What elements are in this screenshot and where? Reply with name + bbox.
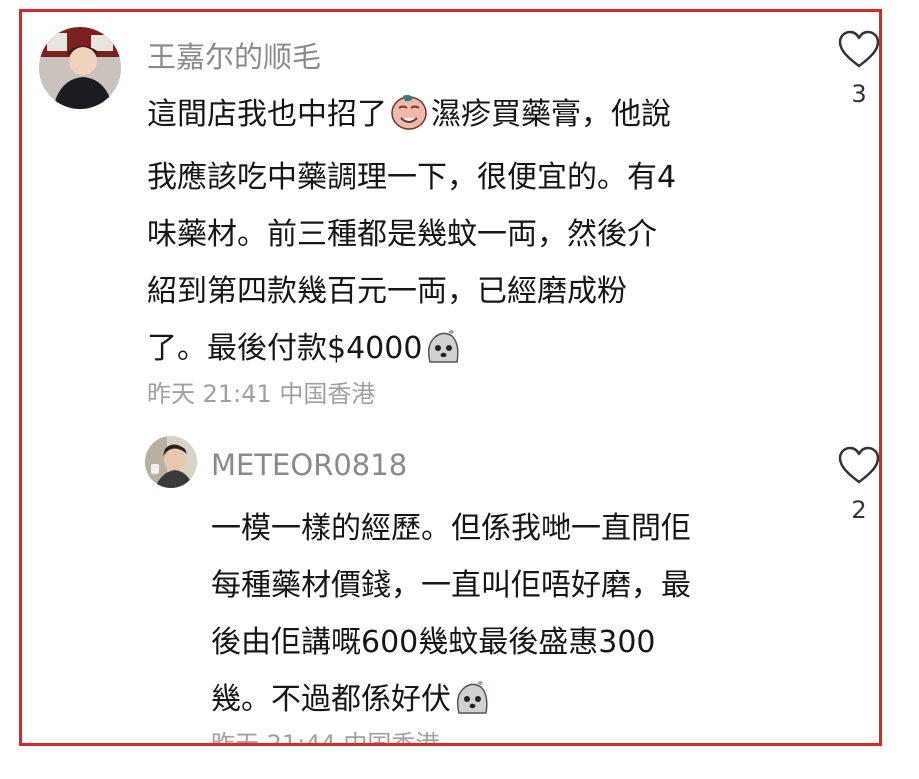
comment-text-segment: 了。最後付款$4000	[147, 331, 423, 366]
sweating-face-emoji	[424, 326, 462, 383]
comment-text-segment: 幾。不過都係好伏	[211, 682, 451, 717]
comment-username[interactable]: METEOR0818	[211, 448, 407, 482]
comment-text-line: 紹到第四款幾百元一両，已經磨成粉	[147, 274, 627, 309]
sweating-face-emoji	[453, 677, 491, 734]
comment-text-line: 一模一樣的經歷。但係我哋一直問佢	[211, 511, 691, 546]
like-count: 2	[851, 496, 867, 524]
like-button[interactable]: 3	[834, 30, 881, 108]
comment-username[interactable]: 王嘉尔的顺毛	[147, 34, 321, 76]
comment-item: 王嘉尔的顺毛 這間店我也中招了 濕疹買藥膏，他說 我應該吃中藥調理一下，很便宜的。…	[22, 12, 879, 412]
comment-text-line: 每種藥材價錢，一直叫佢唔好磨，最	[211, 568, 691, 603]
avatar[interactable]	[39, 27, 121, 109]
comment-text-line: 我應該吃中藥調理一下，很便宜的。有4	[147, 160, 677, 195]
comment-text-line: 味藥材。前三種都是幾蚊一両，然後介	[147, 217, 657, 252]
comment-text-segment: 這間店我也中招了	[147, 97, 387, 132]
comment-timestamp: 昨天 21:44 中国香港	[211, 730, 440, 746]
comment-text-line: 這間店我也中招了 濕疹買藥膏，他說	[147, 86, 676, 149]
comment-text-segment: 濕疹買藥膏，他說	[431, 97, 671, 132]
comment-text: 一模一樣的經歷。但係我哋一直問佢 每種藥材價錢，一直叫佢唔好磨，最 後由佢講嘅6…	[211, 500, 691, 734]
crying-face-emoji	[389, 92, 429, 149]
heart-outline-icon[interactable]	[837, 446, 881, 486]
comment-text: 這間店我也中招了 濕疹買藥膏，他說 我應該吃中藥調理一下，很便宜的。有4 味藥材。…	[147, 86, 676, 383]
comment-timestamp: 昨天 21:41 中国香港	[147, 380, 376, 408]
comment-text-line: 後由佢講嘅600幾蚊最後盛惠300	[211, 625, 656, 660]
comment-thread-frame: 王嘉尔的顺毛 這間店我也中招了 濕疹買藥膏，他說 我應該吃中藥調理一下，很便宜的。…	[19, 9, 882, 746]
heart-outline-icon[interactable]	[837, 30, 881, 70]
reply-item: METEOR0818 一模一樣的經歷。但係我哋一直問佢 每種藥材價錢，一直叫佢唔…	[22, 422, 881, 746]
like-count: 3	[851, 80, 867, 108]
like-button[interactable]: 2	[834, 446, 881, 524]
avatar[interactable]	[145, 436, 197, 488]
